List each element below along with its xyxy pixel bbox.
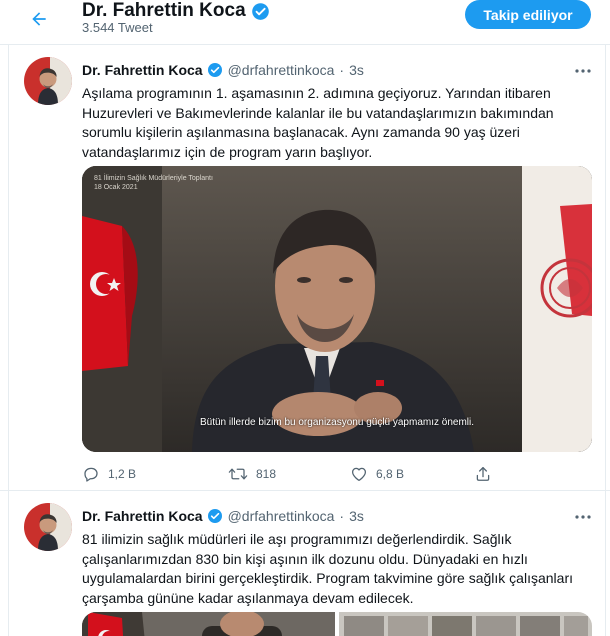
profile-header: Dr. Fahrettin Koca 3.544 Tweet Takip edi… — [0, 0, 610, 44]
heart-icon — [351, 467, 367, 482]
like-button[interactable]: 6,8 B — [350, 463, 404, 485]
timeline-border-left — [8, 44, 9, 636]
author-name[interactable]: Dr. Fahrettin Koca — [82, 508, 203, 524]
author-handle[interactable]: @drfahrettinkoca — [228, 62, 335, 78]
photo-thumbnails — [82, 612, 592, 636]
photo-grid[interactable] — [82, 612, 592, 636]
arrow-left-icon — [32, 12, 46, 26]
author-handle[interactable]: @drfahrettinkoca — [228, 508, 335, 524]
tweet-actions: 1,2 B 818 6,8 B — [82, 463, 592, 485]
more-icon — [575, 515, 591, 519]
tweet-header: Dr. Fahrettin Koca @drfahrettinkoca · 3s — [82, 508, 364, 524]
retweet-icon — [228, 468, 248, 480]
more-options-button[interactable] — [570, 508, 596, 526]
tweet-count: 3.544 Tweet — [82, 20, 153, 35]
following-button[interactable]: Takip ediliyor — [465, 0, 591, 29]
retweet-button[interactable]: 818 — [228, 463, 276, 485]
avatar[interactable] — [24, 57, 72, 105]
reply-button[interactable]: 1,2 B — [82, 463, 136, 485]
tweet-text: 81 ilimizin sağlık müdürleri ile aşı pro… — [82, 531, 573, 606]
video-overlay-line2: 18 Ocak 2021 — [94, 184, 138, 191]
reply-icon — [84, 467, 98, 482]
timeline-border-right — [605, 44, 606, 636]
video-overlay-line1: 81 İlimizin Sağlık Müdürleriyle Toplantı — [94, 175, 213, 182]
back-button[interactable] — [22, 2, 56, 36]
tweet-time[interactable]: 3s — [349, 62, 364, 78]
like-count: 6,8 B — [376, 467, 405, 481]
tweet[interactable]: Dr. Fahrettin Koca @drfahrettinkoca · 3s… — [10, 491, 604, 636]
more-icon — [575, 69, 591, 73]
avatar[interactable] — [24, 503, 72, 551]
share-icon — [476, 466, 490, 481]
verified-badge-icon — [207, 508, 223, 524]
tweet[interactable]: Dr. Fahrettin Koca @drfahrettinkoca · 3s… — [10, 45, 604, 490]
video-player[interactable]: 81 İlimizin Sağlık Müdürleriyle Toplantı… — [82, 166, 592, 452]
separator-dot: · — [339, 508, 345, 524]
reply-count: 1,2 B — [108, 467, 137, 481]
video-subtitle: Bütün illerde bizim bu organizasyonu güç… — [199, 417, 475, 428]
video-overlay-title: 81 İlimizin Sağlık Müdürleriyle Toplantı… — [94, 174, 213, 192]
verified-badge-icon — [207, 62, 223, 78]
header-name: Dr. Fahrettin Koca — [82, 0, 246, 21]
tweet-time[interactable]: 3s — [349, 508, 364, 524]
header-name-row: Dr. Fahrettin Koca — [82, 0, 270, 22]
verified-badge-icon — [251, 2, 270, 21]
retweet-count: 818 — [256, 467, 277, 481]
more-options-button[interactable] — [570, 62, 596, 80]
tweet-header: Dr. Fahrettin Koca @drfahrettinkoca · 3s — [82, 62, 364, 78]
author-name[interactable]: Dr. Fahrettin Koca — [82, 62, 203, 78]
video-frame — [82, 166, 592, 452]
share-button[interactable] — [474, 463, 492, 485]
tweet-text: Aşılama programının 1. aşamasının 2. adı… — [82, 85, 554, 160]
separator-dot: · — [339, 62, 345, 78]
